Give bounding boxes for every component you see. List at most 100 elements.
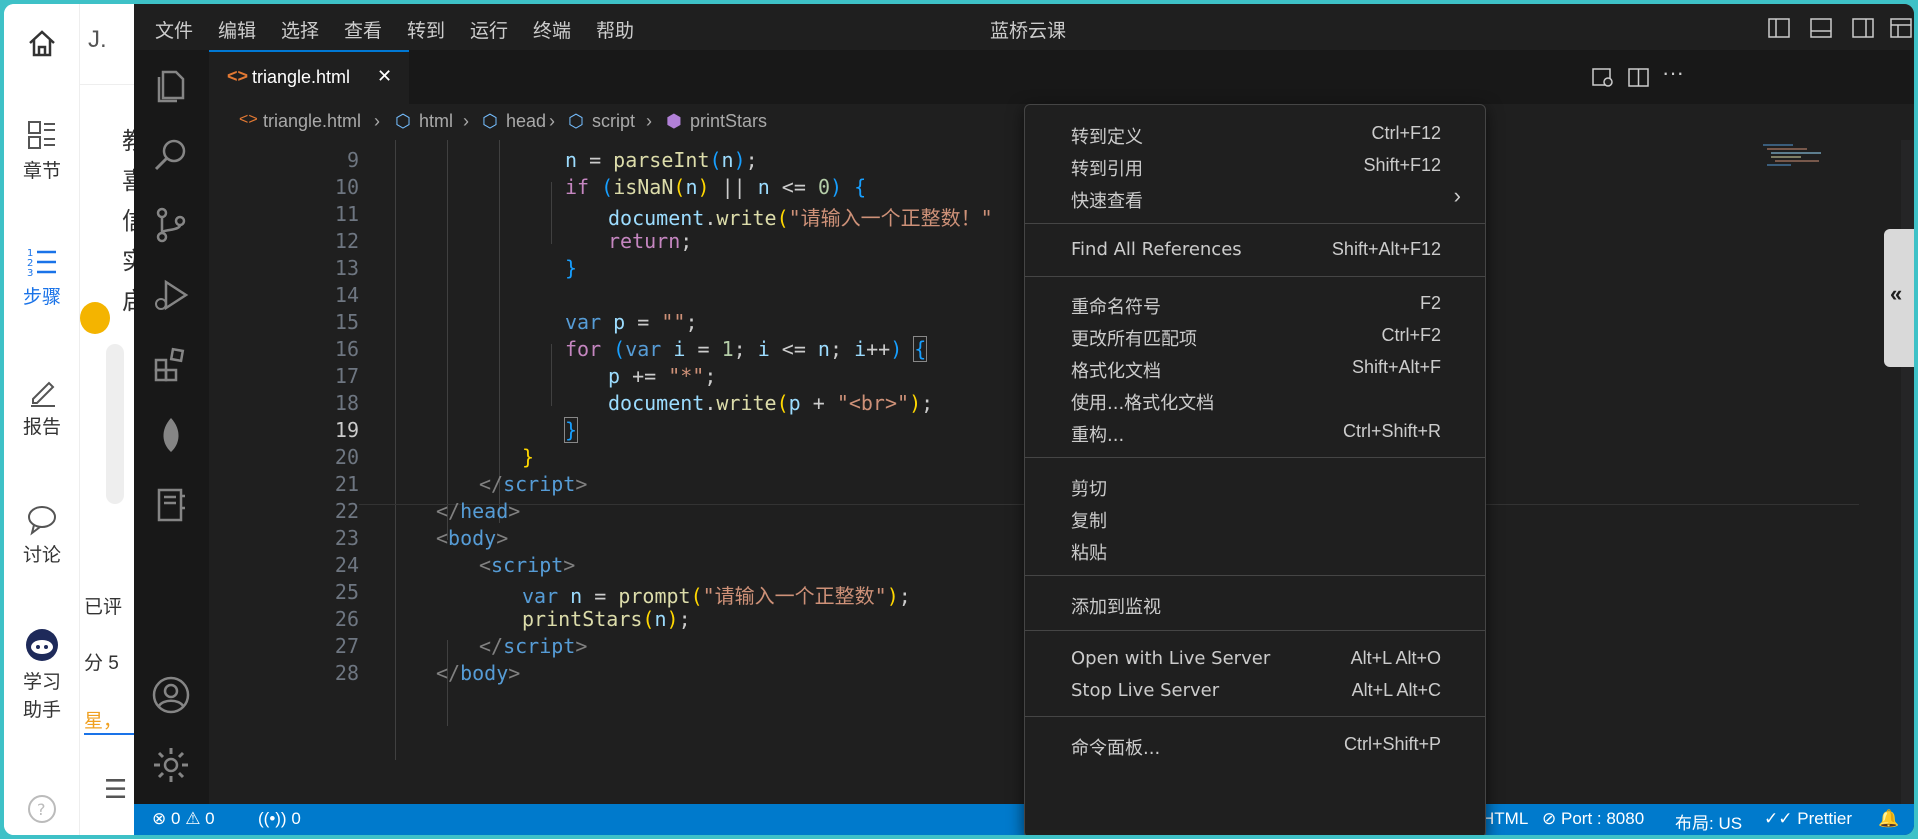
source-control-icon[interactable] [150,204,192,246]
notebook-icon[interactable] [150,484,192,526]
menu-go[interactable]: 转到 [407,16,445,43]
menu-item-open-live-server[interactable]: Open with Live Server Alt+L Alt+O [1025,641,1485,677]
code-line: </script> [479,472,588,496]
ports-indicator[interactable]: ((•)) 0 [258,809,301,829]
double-chevron-left-icon: « [1890,281,1903,306]
menu-item-peek[interactable]: 快速查看 › [1025,180,1485,216]
menu-item-go-to-references[interactable]: 转到引用 Shift+F12 [1025,148,1485,184]
line-number: 9 [346,148,359,172]
menu-item-stop-live-server[interactable]: Stop Live Server Alt+L Alt+C [1025,673,1485,709]
menu-item-format-document-with[interactable]: 使用...格式化文档 [1025,382,1485,418]
open-preview-icon[interactable] [1592,68,1614,88]
function-icon: ⬢ [666,111,682,131]
explorer-icon[interactable] [150,64,192,106]
line-number: 10 [334,175,359,199]
menu-item-add-to-watch[interactable]: 添加到监视 [1025,586,1485,622]
home-button[interactable] [4,26,80,64]
menu-file[interactable]: 文件 [155,16,193,43]
customize-layout-icon[interactable] [1890,18,1912,38]
menu-item-command-palette[interactable]: 命令面板... Ctrl+Shift+P [1025,727,1485,763]
list-icon[interactable]: ☰ [104,774,127,805]
chevron-right-icon: › [374,111,380,131]
code-line: } [563,417,579,443]
collapse-handle[interactable] [106,344,124,504]
settings-gear-icon[interactable] [150,744,192,786]
extensions-icon[interactable] [150,344,192,386]
line-number: 12 [334,229,359,253]
code-line: printStars(n); [522,607,691,631]
toggle-panel-icon[interactable] [1810,18,1832,38]
content-text-peek: 教 喜 信 实 启 [122,122,134,322]
prettier-status[interactable]: ✓✓ Prettier [1764,809,1852,829]
breadcrumb-html[interactable]: html [419,111,453,132]
menu-item-refactor[interactable]: 重构... Ctrl+Shift+R [1025,414,1485,450]
nav-assistant[interactable]: 学习助手 [4,626,80,724]
breadcrumb-script[interactable]: script [592,111,635,132]
breadcrumb-head[interactable]: head [506,111,546,132]
chevron-right-icon: › [549,111,555,131]
line-number: 13 [334,256,359,280]
live-server-port[interactable]: ⊘ Port : 8080 [1542,809,1644,829]
menu-help[interactable]: 帮助 [596,16,634,43]
toggle-secondary-sidebar-icon[interactable] [1852,18,1874,38]
menu-item-copy[interactable]: 复制 [1025,500,1485,536]
notifications-bell-icon[interactable]: 🔔 [1878,809,1899,829]
run-debug-icon[interactable] [150,274,192,316]
menu-terminal[interactable]: 终端 [533,16,571,43]
line-number: 27 [334,634,359,658]
title-bar: 文件 编辑 选择 查看 转到 运行 终端 帮助 蓝桥云课 [134,4,1914,50]
breadcrumb-function[interactable]: printStars [690,111,767,132]
breadcrumb-file[interactable]: triangle.html [263,111,361,132]
help-icon: ? [28,795,56,823]
close-icon[interactable]: ✕ [377,66,392,87]
menu-item-change-all-occurrences[interactable]: 更改所有匹配项 Ctrl+F2 [1025,318,1485,354]
nav-report-label: 报告 [22,416,61,438]
line-number: 19 [334,418,359,442]
line-number: 18 [334,391,359,415]
emoji-icon [80,302,110,334]
code-line: <script> [479,553,576,577]
nav-discuss[interactable]: 讨论 [4,502,80,567]
language-mode[interactable]: HTML [1482,809,1528,829]
code-line: return; [608,229,693,253]
tab-triangle-html[interactable]: <> triangle.html ✕ [209,50,409,104]
more-actions-icon[interactable]: ··· [1662,60,1684,86]
nav-report[interactable]: 报告 [4,374,80,439]
search-icon[interactable] [150,134,192,176]
split-editor-icon[interactable] [1628,68,1650,88]
menu-edit[interactable]: 编辑 [218,16,256,43]
menu-run[interactable]: 运行 [470,16,508,43]
keyboard-layout[interactable]: 布局: US [1675,809,1742,834]
help-button[interactable]: ? [4,794,80,828]
menu-view[interactable]: 查看 [344,16,382,43]
code-line: p += "*"; [608,364,717,388]
mongodb-leaf-icon[interactable] [150,414,192,456]
chevron-right-icon: › [646,111,652,131]
problems-indicator[interactable]: ⊗ 0 ⚠ 0 [152,809,215,829]
menu-item-format-document[interactable]: 格式化文档 Shift+Alt+F [1025,350,1485,386]
steps-icon: 123 [27,248,56,278]
nav-steps[interactable]: 123 步骤 [4,244,80,309]
tab-label: triangle.html [252,67,351,87]
home-icon [29,30,55,57]
line-number: 17 [334,364,359,388]
rated-label: 已评 [84,597,123,618]
code-line: } [522,445,535,469]
menu-item-paste[interactable]: 粘贴 [1025,532,1485,568]
line-number: 24 [334,553,359,577]
menu-selection[interactable]: 选择 [281,16,319,43]
account-icon[interactable] [150,674,192,716]
code-line: </body> [436,661,521,685]
minimap[interactable] [1757,140,1837,200]
chevron-right-icon: › [1453,183,1461,208]
symbol-icon: ⬡ [568,111,584,131]
menu-item-rename-symbol[interactable]: 重命名符号 F2 [1025,286,1485,322]
menu-item-go-to-definition[interactable]: 转到定义 Ctrl+F12 [1025,116,1485,152]
expand-panel-button[interactable]: « [1884,229,1914,367]
report-icon [31,381,55,407]
menu-item-cut[interactable]: 剪切 [1025,468,1485,504]
code-line: for (var i = 1; i <= n; i++) { [565,336,928,362]
nav-chapters[interactable]: 章节 [4,118,80,183]
toggle-sidebar-icon[interactable] [1768,18,1790,38]
menu-item-find-all-references[interactable]: Find All References Shift+Alt+F12 [1025,232,1485,268]
